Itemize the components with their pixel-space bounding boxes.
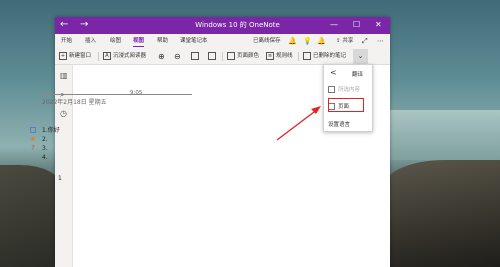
arrow-line (276, 108, 319, 141)
annotation-arrow (276, 106, 321, 141)
